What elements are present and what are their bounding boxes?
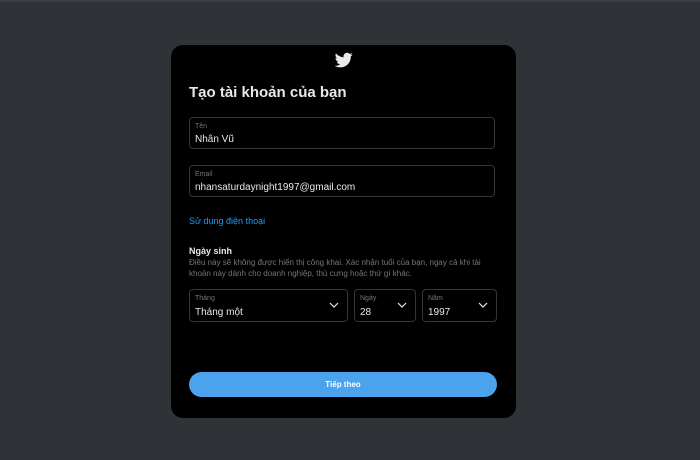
year-select-value: 1997 — [428, 307, 451, 318]
modal-title: Tạo tài khoản của bạn — [189, 84, 347, 101]
month-select-label: Tháng — [195, 295, 215, 302]
day-select[interactable]: Ngày 28 — [354, 289, 416, 322]
signup-modal: Tạo tài khoản của bạn Tên Nhân Vũ Email … — [171, 45, 516, 418]
name-field-label: Tên — [195, 123, 208, 130]
day-select-label: Ngày — [360, 295, 377, 302]
email-field-value[interactable]: nhansaturdaynight1997@gmail.com — [195, 182, 355, 193]
dob-description: Điều này sẽ không được hiển thị công kha… — [189, 258, 481, 278]
month-select-value: Tháng một — [195, 307, 243, 318]
chevron-down-icon — [397, 302, 407, 308]
chevron-down-icon — [329, 302, 339, 308]
email-field[interactable]: Email nhansaturdaynight1997@gmail.com — [189, 165, 495, 197]
email-field-label: Email — [195, 171, 213, 178]
twitter-bird-icon — [334, 52, 353, 68]
use-phone-link[interactable]: Sử dụng điện thoại — [189, 216, 265, 226]
chevron-down-icon — [478, 302, 488, 308]
year-select-label: Năm — [428, 295, 443, 302]
top-border — [0, 0, 700, 2]
month-select[interactable]: Tháng Tháng một — [189, 289, 348, 322]
name-field-value[interactable]: Nhân Vũ — [195, 134, 234, 145]
day-select-value: 28 — [360, 307, 372, 318]
year-select[interactable]: Năm 1997 — [422, 289, 497, 322]
next-button[interactable]: Tiếp theo — [189, 372, 497, 397]
name-field[interactable]: Tên Nhân Vũ — [189, 117, 495, 149]
dob-title: Ngày sinh — [189, 246, 233, 256]
